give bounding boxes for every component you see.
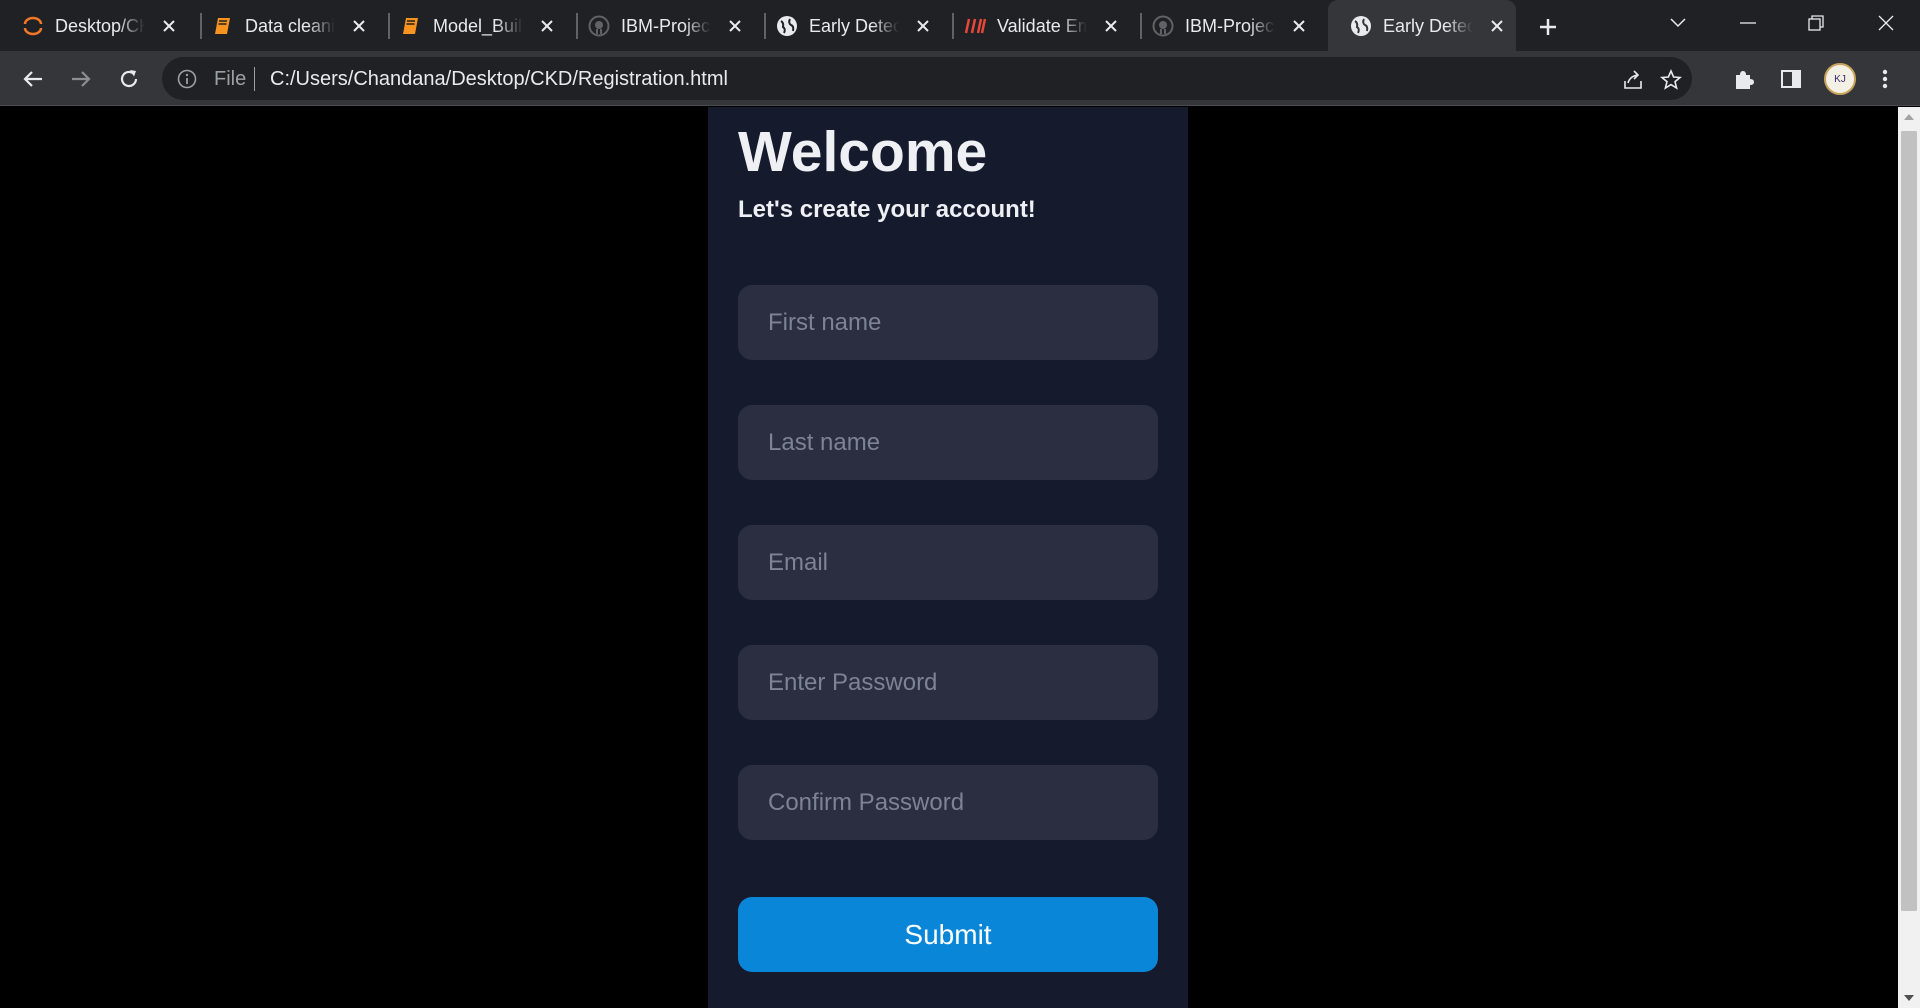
profile-avatar[interactable]: KJ <box>1824 63 1856 95</box>
page-scrollbar[interactable] <box>1898 107 1920 1008</box>
arrow-right-icon <box>72 71 91 87</box>
password-field[interactable] <box>738 645 1158 720</box>
back-button[interactable] <box>16 62 50 96</box>
last-name-field[interactable] <box>738 405 1158 480</box>
arrow-left-icon <box>23 71 42 87</box>
registration-card: Welcome Let's create your account! Submi… <box>708 107 1188 1008</box>
tab-ibm-project-2[interactable]: IBM-Project <box>1130 0 1318 51</box>
close-icon <box>1878 15 1894 31</box>
info-icon[interactable] <box>176 68 198 90</box>
tab-search-button[interactable] <box>1658 8 1698 38</box>
url-scheme: File <box>214 68 247 90</box>
triangle-up-icon <box>1904 114 1914 120</box>
tab-ibm-project-1[interactable]: IBM-Project <box>566 0 754 51</box>
scroll-up-button[interactable] <box>1898 107 1920 127</box>
close-window-button[interactable] <box>1866 8 1906 38</box>
share-icon[interactable] <box>1620 67 1646 93</box>
close-icon[interactable] <box>536 15 558 37</box>
tab-title: Early Detection <box>809 16 899 36</box>
slashes-icon <box>964 15 986 37</box>
close-icon[interactable] <box>1100 15 1122 37</box>
reload-button[interactable] <box>112 62 146 96</box>
github-icon <box>1152 15 1174 37</box>
scroll-down-button[interactable] <box>1898 988 1920 1008</box>
tab-early-detection-1[interactable]: Early Detection <box>754 0 942 51</box>
close-icon[interactable] <box>1486 15 1508 37</box>
triangle-down-icon <box>1904 995 1914 1001</box>
forward-button[interactable] <box>64 62 98 96</box>
extensions-button[interactable] <box>1726 62 1760 96</box>
menu-button[interactable] <box>1868 62 1902 96</box>
more-vert-icon <box>1882 69 1888 89</box>
close-icon[interactable] <box>158 15 180 37</box>
tab-early-detection-active[interactable]: Early Detection <box>1328 0 1516 51</box>
page-subtitle: Let's create your account! <box>738 196 1036 223</box>
notebook-icon <box>212 15 234 37</box>
page-title: Welcome <box>738 120 988 184</box>
scroll-thumb[interactable] <box>1901 131 1917 911</box>
restore-button[interactable] <box>1796 8 1836 38</box>
side-panel-button[interactable] <box>1774 62 1808 96</box>
restore-icon <box>1808 15 1824 31</box>
tab-title: Desktop/CKD/ <box>55 16 145 36</box>
side-panel-icon <box>1781 70 1801 88</box>
tab-validate-email[interactable]: Validate Email <box>942 0 1130 51</box>
chevron-down-icon <box>1670 18 1686 28</box>
plus-icon <box>1540 19 1556 35</box>
tab-title: Data cleaning <box>245 16 335 36</box>
page-viewport: Welcome Let's create your account! Submi… <box>0 107 1898 1008</box>
globe-icon <box>1350 15 1372 37</box>
minimize-icon <box>1740 22 1756 24</box>
tab-title: Model_Building <box>433 16 523 36</box>
close-icon[interactable] <box>724 15 746 37</box>
first-name-field[interactable] <box>738 285 1158 360</box>
confirm-password-field[interactable] <box>738 765 1158 840</box>
tab-strip: Desktop/CKD/ Data cleaning Model_Buildin… <box>0 0 1920 51</box>
puzzle-icon <box>1736 71 1754 89</box>
reload-icon <box>120 70 138 88</box>
jupyter-icon <box>22 15 44 37</box>
browser-toolbar: File C:/Users/Chandana/Desktop/CKD/Regis… <box>0 51 1920 106</box>
tab-desktop-ckd[interactable]: Desktop/CKD/ <box>0 0 190 51</box>
submit-button[interactable]: Submit <box>738 897 1158 972</box>
new-tab-button[interactable] <box>1534 13 1562 41</box>
tab-title: IBM-Project <box>621 16 711 36</box>
address-bar[interactable]: File C:/Users/Chandana/Desktop/CKD/Regis… <box>162 57 1692 100</box>
close-icon[interactable] <box>348 15 370 37</box>
avatar-text: KJ <box>1834 73 1846 85</box>
omnibox-divider <box>254 67 255 91</box>
close-icon[interactable] <box>1288 15 1310 37</box>
tab-title: Validate Email <box>997 16 1087 36</box>
url-text[interactable]: C:/Users/Chandana/Desktop/CKD/Registrati… <box>270 68 728 90</box>
tab-title: Early Detection <box>1383 16 1473 36</box>
bookmark-star-icon[interactable] <box>1658 67 1684 93</box>
github-icon <box>588 15 610 37</box>
tab-model-building[interactable]: Model_Building <box>378 0 566 51</box>
email-field[interactable] <box>738 525 1158 600</box>
close-icon[interactable] <box>912 15 934 37</box>
minimize-button[interactable] <box>1728 8 1768 38</box>
notebook-icon <box>400 15 422 37</box>
globe-icon <box>776 15 798 37</box>
tab-data-cleaning[interactable]: Data cleaning <box>190 0 378 51</box>
tab-title: IBM-Project <box>1185 16 1275 36</box>
